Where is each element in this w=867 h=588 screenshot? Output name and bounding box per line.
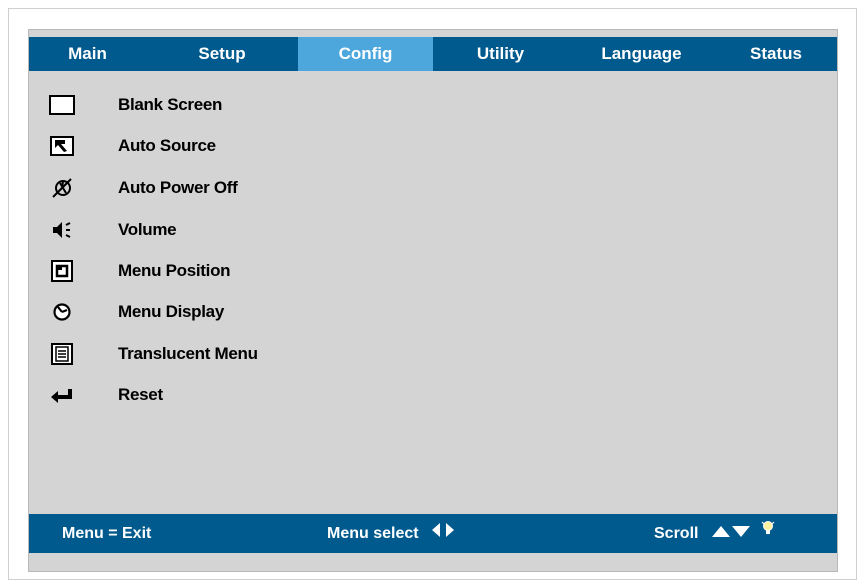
up-down-arrows-icon [711,514,751,553]
menu-item-reset[interactable]: Reset [45,379,465,411]
menu-position-icon [49,259,75,283]
tab-main[interactable]: Main [29,37,146,71]
menu-item-blank-screen[interactable]: Blank Screen [45,89,465,121]
footer-bar: Menu = Exit Menu select Scroll [29,514,837,553]
menu-item-volume[interactable]: Volume [45,214,465,246]
tab-utility[interactable]: Utility [433,37,568,71]
reset-icon [49,383,75,407]
exit-hint: Menu = Exit [62,525,152,542]
left-right-arrows-icon [431,514,457,553]
menu-item-auto-power-off[interactable]: Auto Power Off [45,172,465,204]
menu-item-label: Auto Power Off [118,178,238,197]
tab-language[interactable]: Language [568,37,715,71]
menu-item-label: Blank Screen [118,95,223,114]
scroll-hint-group: Scroll [654,514,775,553]
tab-status[interactable]: Status [715,37,837,71]
select-hint: Menu select [327,525,419,542]
menu-item-auto-source[interactable]: Auto Source [45,130,465,162]
scroll-hint: Scroll [654,525,699,542]
menu-item-label: Auto Source [118,136,216,155]
menu-item-label: Menu Display [118,302,224,321]
tab-setup[interactable]: Setup [146,37,298,71]
menu-item-label: Menu Position [118,261,231,280]
auto-power-off-icon [49,176,75,200]
auto-source-icon [49,134,75,158]
blank-screen-icon [49,93,75,117]
lightbulb-icon [761,514,775,553]
translucent-menu-icon [49,342,75,366]
menu-item-translucent-menu[interactable]: Translucent Menu [45,338,465,370]
osd-config-menu: Main Setup Config Utility Language Statu… [29,30,837,571]
menu-item-menu-display[interactable]: Menu Display [45,296,465,328]
menu-item-label: Translucent Menu [118,344,258,363]
select-hint-group: Menu select [327,514,457,553]
menu-item-label: Reset [118,385,163,404]
tab-config[interactable]: Config [298,37,433,71]
menu-item-label: Volume [118,220,177,239]
menu-item-menu-position[interactable]: Menu Position [45,255,465,287]
menu-display-icon [49,300,75,324]
volume-icon [49,218,75,242]
tab-bar: Main Setup Config Utility Language Statu… [29,37,837,71]
